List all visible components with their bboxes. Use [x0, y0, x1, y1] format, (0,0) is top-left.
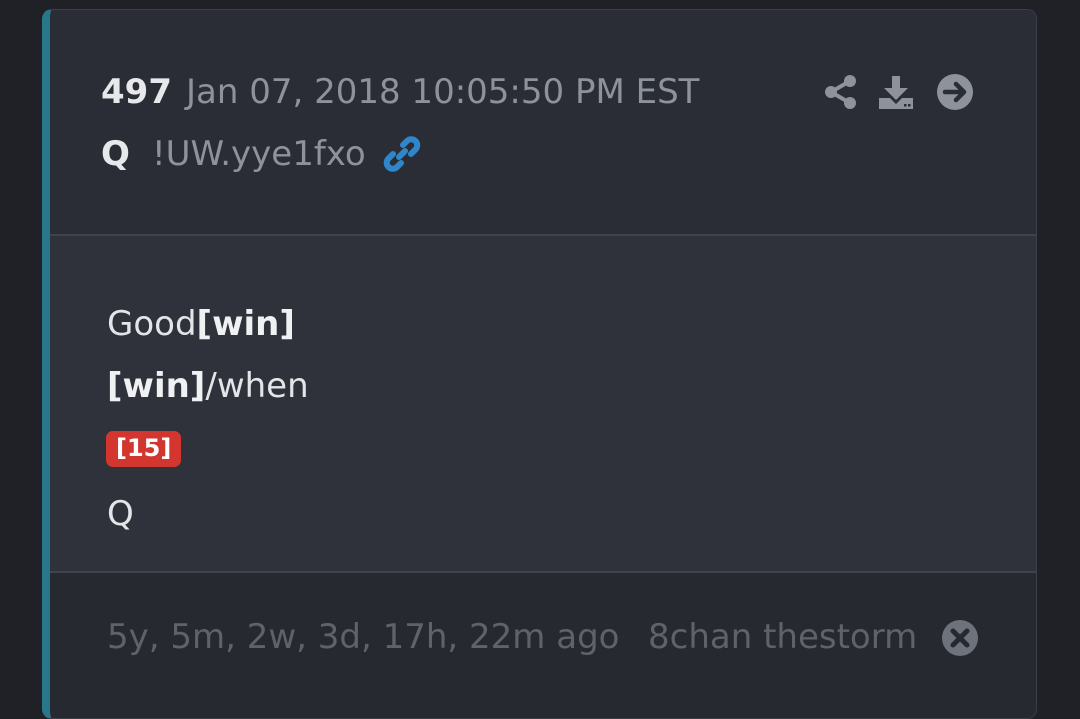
- arrow-right-circle-icon[interactable]: [936, 73, 974, 111]
- message-line-2: [win]/when: [107, 366, 309, 406]
- share-icon[interactable]: [822, 73, 860, 111]
- relative-time: 5y, 5m, 2w, 3d, 17h, 22m ago: [107, 617, 620, 657]
- post-body: Good[win] [win]/when [15] Q: [50, 236, 1036, 573]
- download-icon[interactable]: [877, 73, 915, 111]
- post-date: Jan 07, 2018 10:05:50 PM EST: [186, 72, 700, 112]
- message-signature: Q: [107, 494, 134, 534]
- post-header: 497 Jan 07, 2018 10:05:50 PM EST Q !UW.y…: [50, 10, 1036, 236]
- close-circle-icon[interactable]: [941, 619, 979, 657]
- post-footer: 5y, 5m, 2w, 3d, 17h, 22m ago 8chan thest…: [50, 573, 1036, 718]
- post-source: 8chan thestorm: [648, 617, 918, 657]
- author-name: Q: [101, 134, 130, 174]
- post-card: 497 Jan 07, 2018 10:05:50 PM EST Q !UW.y…: [42, 9, 1037, 719]
- message-line-1: Good[win]: [107, 304, 295, 344]
- link-icon[interactable]: [382, 134, 422, 174]
- tripcode: !UW.yye1fxo: [152, 134, 366, 174]
- reference-badge[interactable]: [15]: [106, 431, 182, 467]
- post-number: 497: [101, 72, 172, 112]
